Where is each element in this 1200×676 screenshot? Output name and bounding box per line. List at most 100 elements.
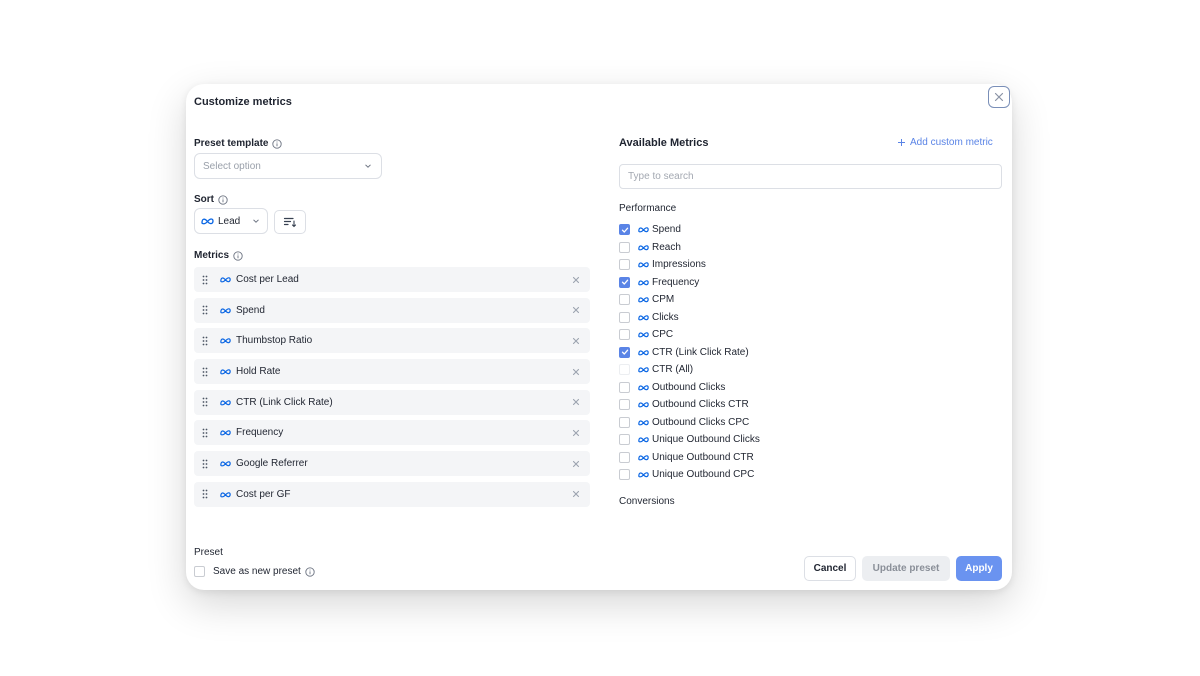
drag-handle-icon[interactable] bbox=[202, 397, 212, 407]
preset-template-placeholder: Select option bbox=[203, 160, 261, 172]
add-custom-metric-label: Add custom metric bbox=[910, 137, 993, 148]
metric-checkbox[interactable] bbox=[619, 294, 630, 306]
available-metric-label: Outbound Clicks CPC bbox=[652, 416, 750, 428]
metric-checkbox[interactable] bbox=[619, 434, 630, 446]
available-metric-label: Unique Outbound CPC bbox=[652, 469, 755, 481]
remove-metric-icon[interactable] bbox=[570, 429, 582, 437]
sort-direction-button[interactable] bbox=[274, 210, 306, 234]
preset-label: Preset bbox=[194, 547, 223, 558]
performance-metrics-list: Spend Reach Impressions Frequency CPM Clicks C… bbox=[619, 221, 760, 484]
available-metric-label: Unique Outbound Clicks bbox=[652, 434, 760, 446]
drag-handle-icon[interactable] bbox=[202, 459, 212, 469]
metric-row[interactable]: Spend bbox=[194, 297, 590, 323]
remove-metric-icon[interactable] bbox=[570, 276, 582, 284]
remove-metric-icon[interactable] bbox=[570, 398, 582, 406]
available-metric-item[interactable]: Unique Outbound CTR bbox=[619, 449, 760, 467]
available-metric-item[interactable]: Unique Outbound Clicks bbox=[619, 431, 760, 449]
available-metric-item[interactable]: Impressions bbox=[619, 256, 760, 274]
close-button[interactable] bbox=[988, 86, 1010, 108]
remove-metric-icon[interactable] bbox=[570, 490, 582, 498]
available-metric-label: Reach bbox=[652, 241, 681, 253]
available-metric-item[interactable]: CPC bbox=[619, 326, 760, 344]
drag-handle-icon[interactable] bbox=[202, 367, 212, 377]
update-preset-button[interactable]: Update preset bbox=[862, 556, 950, 581]
available-metric-item[interactable]: CTR (Link Click Rate) bbox=[619, 344, 760, 362]
drag-handle-icon[interactable] bbox=[202, 428, 212, 438]
available-metric-label: CTR (All) bbox=[652, 364, 694, 376]
preset-template-select[interactable]: Select option bbox=[194, 153, 382, 179]
add-custom-metric-button[interactable]: Add custom metric bbox=[897, 137, 993, 148]
available-metric-item[interactable]: Clicks bbox=[619, 309, 760, 327]
available-metric-label: Unique Outbound CTR bbox=[652, 451, 754, 463]
available-metric-item[interactable]: CPM bbox=[619, 291, 760, 309]
metric-row[interactable]: Google Referrer bbox=[194, 451, 590, 477]
metric-checkbox[interactable] bbox=[619, 416, 630, 428]
metric-row-label: Thumbstop Ratio bbox=[236, 335, 313, 347]
sort-label-text: Sort bbox=[194, 194, 214, 205]
meta-icon bbox=[220, 337, 231, 344]
metric-checkbox[interactable] bbox=[619, 381, 630, 393]
metric-row[interactable]: Hold Rate bbox=[194, 359, 590, 385]
metric-checkbox[interactable] bbox=[619, 469, 630, 481]
meta-icon bbox=[638, 296, 649, 303]
remove-metric-icon[interactable] bbox=[570, 306, 582, 314]
drag-handle-icon[interactable] bbox=[202, 489, 212, 499]
save-as-new-preset-option[interactable]: Save as new preset bbox=[194, 566, 315, 577]
available-metric-item[interactable]: Reach bbox=[619, 239, 760, 257]
metric-checkbox[interactable] bbox=[619, 364, 630, 376]
chevron-down-icon bbox=[365, 164, 371, 168]
available-metric-item[interactable]: Outbound Clicks CTR bbox=[619, 396, 760, 414]
metric-checkbox[interactable] bbox=[619, 311, 630, 323]
drag-handle-icon[interactable] bbox=[202, 336, 212, 346]
remove-metric-icon[interactable] bbox=[570, 368, 582, 376]
available-metric-label: Outbound Clicks bbox=[652, 381, 726, 393]
metric-row-label: Cost per GF bbox=[236, 488, 291, 500]
meta-icon bbox=[638, 401, 649, 408]
metric-row[interactable]: CTR (Link Click Rate) bbox=[194, 389, 590, 415]
available-metric-label: CPC bbox=[652, 329, 674, 341]
drag-handle-icon[interactable] bbox=[202, 275, 212, 285]
info-icon[interactable] bbox=[218, 194, 228, 205]
apply-button[interactable]: Apply bbox=[956, 556, 1002, 581]
metric-checkbox[interactable] bbox=[619, 346, 630, 358]
drag-handle-icon[interactable] bbox=[202, 305, 212, 315]
meta-icon bbox=[638, 366, 649, 373]
meta-icon bbox=[220, 491, 231, 498]
metric-row[interactable]: Cost per GF bbox=[194, 481, 590, 507]
metric-row[interactable]: Frequency bbox=[194, 420, 590, 446]
meta-icon bbox=[638, 436, 649, 443]
meta-icon bbox=[638, 384, 649, 391]
meta-icon bbox=[638, 244, 649, 251]
sort-metric-select[interactable]: Lead bbox=[194, 208, 268, 234]
info-icon[interactable] bbox=[305, 566, 315, 577]
metric-row[interactable]: Cost per Lead bbox=[194, 267, 590, 292]
remove-metric-icon[interactable] bbox=[570, 460, 582, 468]
close-icon bbox=[994, 92, 1004, 102]
available-metric-item[interactable]: Frequency bbox=[619, 274, 760, 292]
available-metric-label: CTR (Link Click Rate) bbox=[652, 346, 749, 358]
meta-icon bbox=[638, 226, 649, 233]
meta-icon bbox=[220, 429, 231, 436]
available-metric-item[interactable]: Unique Outbound CPC bbox=[619, 466, 760, 484]
metric-search-input[interactable] bbox=[619, 164, 1002, 189]
metric-checkbox[interactable] bbox=[619, 276, 630, 288]
available-metric-item[interactable]: Outbound Clicks bbox=[619, 379, 760, 397]
metric-checkbox[interactable] bbox=[619, 451, 630, 463]
metric-checkbox[interactable] bbox=[619, 241, 630, 253]
info-icon[interactable] bbox=[272, 138, 283, 149]
save-as-new-preset-checkbox[interactable] bbox=[194, 566, 205, 577]
metric-checkbox[interactable] bbox=[619, 259, 630, 271]
available-metric-item[interactable]: Spend bbox=[619, 221, 760, 239]
metric-row[interactable]: Thumbstop Ratio bbox=[194, 328, 590, 354]
info-icon[interactable] bbox=[233, 250, 243, 261]
available-metric-item[interactable]: CTR (All) bbox=[619, 361, 760, 379]
metric-checkbox[interactable] bbox=[619, 224, 630, 236]
available-metric-item[interactable]: Outbound Clicks CPC bbox=[619, 414, 760, 432]
metric-checkbox[interactable] bbox=[619, 329, 630, 341]
section-title-conversions: Conversions bbox=[619, 496, 675, 507]
preset-template-label-text: Preset template bbox=[194, 138, 269, 149]
available-metric-label: Spend bbox=[652, 224, 681, 236]
remove-metric-icon[interactable] bbox=[570, 337, 582, 345]
metric-checkbox[interactable] bbox=[619, 399, 630, 411]
cancel-button[interactable]: Cancel bbox=[804, 556, 856, 581]
